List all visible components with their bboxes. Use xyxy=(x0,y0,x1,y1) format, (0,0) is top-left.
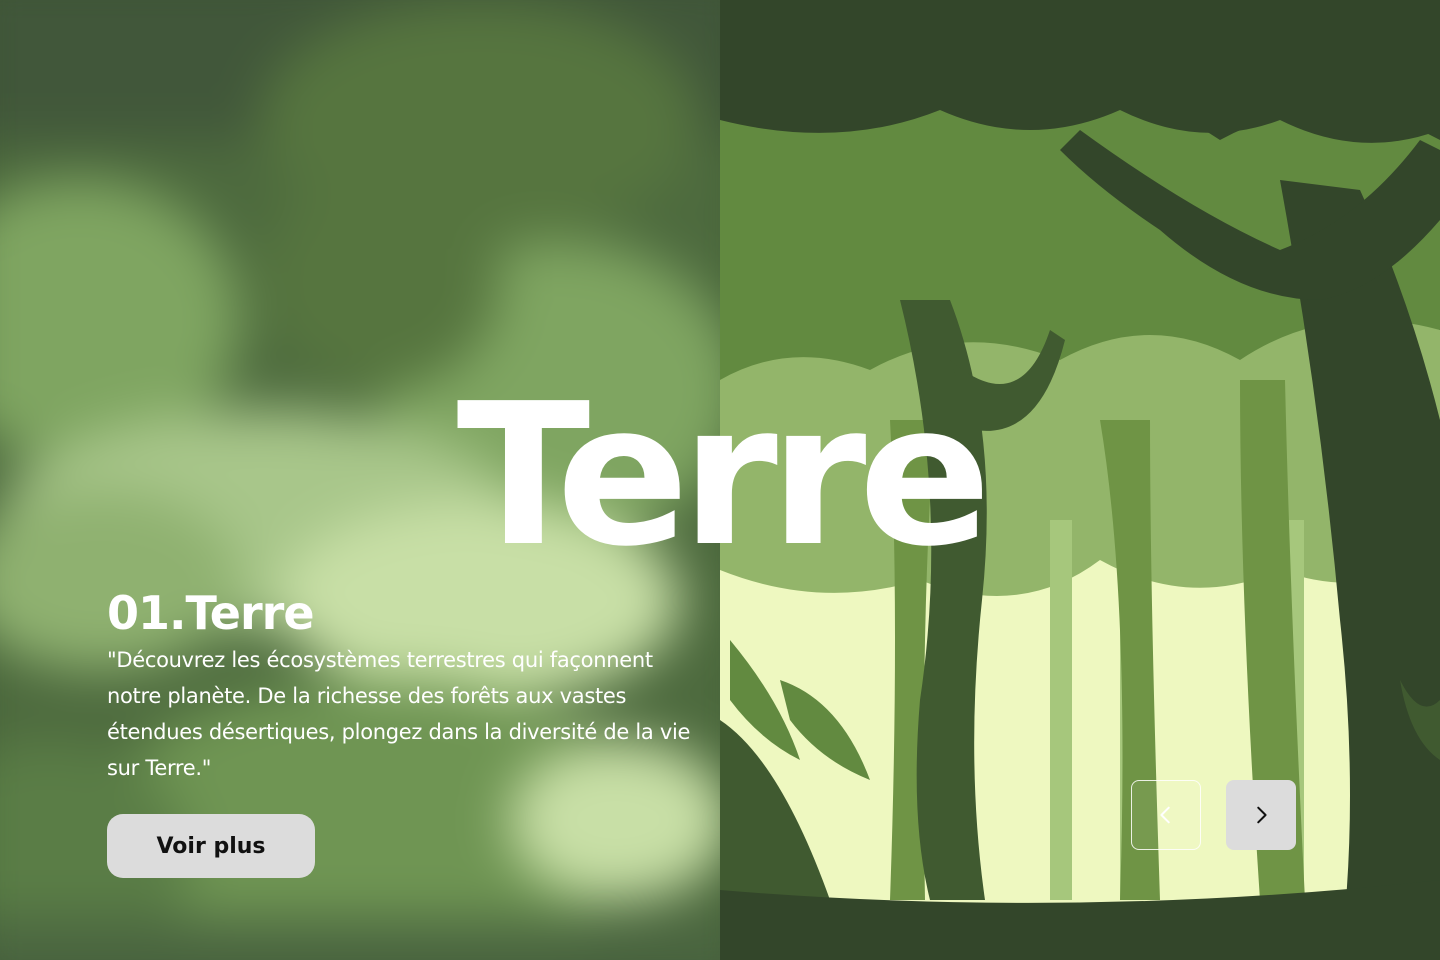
next-slide-button[interactable] xyxy=(1226,780,1296,850)
slide-title: 01.Terre xyxy=(107,586,315,640)
slide-description: "Découvrez les écosystèmes terrestres qu… xyxy=(107,648,691,780)
chevron-left-icon xyxy=(1160,806,1170,824)
hero-title: Terre xyxy=(456,362,992,590)
see-more-button[interactable]: Voir plus xyxy=(107,814,315,878)
chevron-right-icon xyxy=(1257,806,1267,824)
previous-slide-button[interactable] xyxy=(1131,780,1201,850)
